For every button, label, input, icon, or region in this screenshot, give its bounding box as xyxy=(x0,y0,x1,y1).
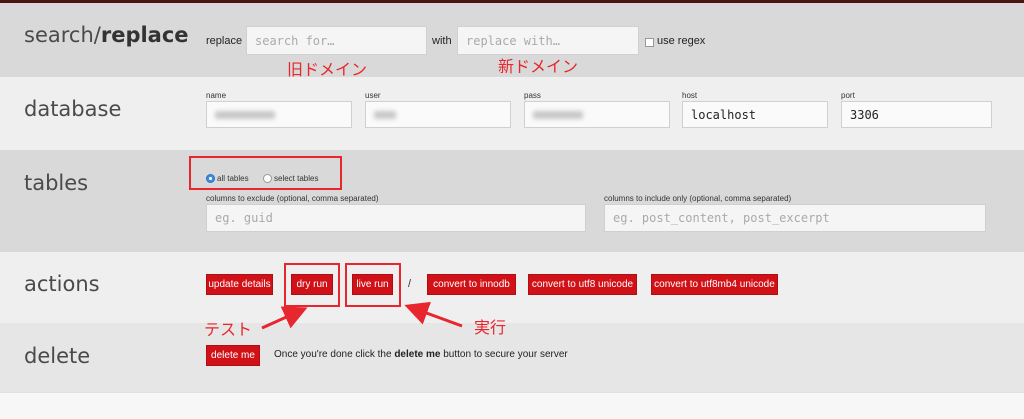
annotation-arrows xyxy=(261,301,463,330)
bottom-bar xyxy=(0,392,1024,419)
arrow-to-dry-run xyxy=(261,306,308,330)
arrow-to-live-run xyxy=(404,301,463,328)
